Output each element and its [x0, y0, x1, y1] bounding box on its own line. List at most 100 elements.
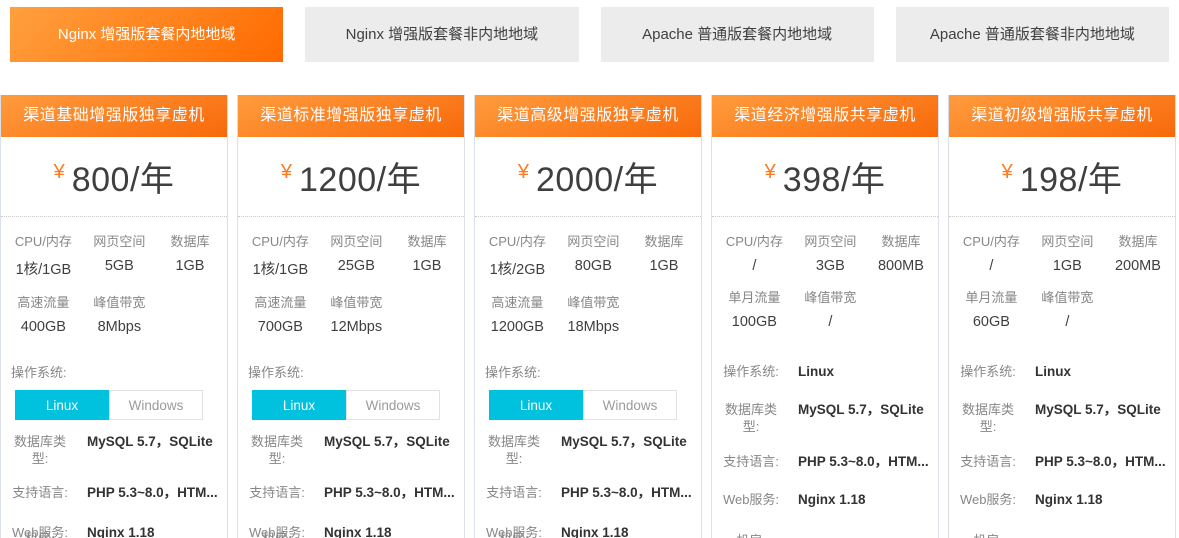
spec-value: 1GB — [1028, 258, 1107, 274]
db-type-row: 数据库类型: MySQL 5.7，SQLite — [238, 433, 464, 467]
language-label: 支持语言: — [957, 453, 1019, 470]
spec-value: / — [1028, 314, 1107, 330]
spec-label-empty — [396, 292, 458, 311]
price-amount: 398/年 — [783, 152, 886, 201]
os-label: 操作系统: — [238, 358, 464, 381]
price-amount: 198/年 — [1020, 152, 1123, 201]
spec-value: 200MB — [1107, 258, 1169, 274]
os-row: 操作系统: Linux — [712, 363, 938, 380]
spec-value: 60GB — [955, 314, 1028, 330]
web-service-row: Web服务: Nginx 1.18 — [712, 491, 938, 508]
tab-apache-normal-mainland[interactable]: Apache 普通版套餐内地地域 — [601, 7, 874, 62]
spec-label: 数据库 — [159, 231, 221, 250]
db-type-value: MySQL 5.7，SQLite — [1035, 401, 1175, 418]
spec-value-empty — [396, 319, 458, 335]
language-row: 支持语言: PHP 5.3~8.0，HTM... — [238, 484, 464, 501]
plan-price: ¥ 2000/年 — [475, 137, 701, 217]
spec-label: 峰值带宽 — [317, 292, 396, 311]
db-type-value: MySQL 5.7，SQLite — [324, 433, 464, 450]
spec-grid: CPU/内存 网页空间 数据库 / 3GB 800MB 单月流量 峰值带宽 10… — [712, 217, 938, 353]
price-amount: 1200/年 — [299, 152, 421, 201]
plan-card-standard: 渠道标准增强版独享虚机 ¥ 1200/年 CPU/内存 网页空间 数据库 1核/… — [237, 95, 465, 538]
plan-card-economy: 渠道经济增强版共享虚机 ¥ 398/年 CPU/内存 网页空间 数据库 / 3G… — [711, 95, 939, 538]
currency-symbol: ¥ — [54, 161, 65, 184]
spec-label: 网页空间 — [80, 231, 159, 250]
spec-label-empty — [159, 292, 221, 311]
os-value: Linux — [1035, 363, 1175, 380]
plan-price: ¥ 800/年 — [1, 137, 227, 217]
language-value: PHP 5.3~8.0，HTM... — [561, 484, 701, 501]
plan-card-basic: 渠道基础增强版独享虚机 ¥ 800/年 CPU/内存 网页空间 数据库 1核/1… — [0, 95, 228, 538]
currency-symbol: ¥ — [518, 161, 529, 184]
spec-label: 高速流量 — [244, 292, 317, 311]
os-windows-button[interactable]: Windows — [109, 390, 203, 420]
os-toggle: Linux Windows — [15, 390, 227, 420]
os-windows-button[interactable]: Windows — [346, 390, 440, 420]
os-linux-button[interactable]: Linux — [489, 390, 583, 420]
web-service-value: Nginx 1.18 — [87, 524, 227, 538]
spec-label: 高速流量 — [481, 292, 554, 311]
spec-value: 1核/1GB — [7, 258, 80, 279]
spec-label-empty — [1107, 287, 1169, 306]
spec-label: 网页空间 — [554, 231, 633, 250]
spec-label: 单月流量 — [955, 287, 1028, 306]
spec-value-empty — [1107, 314, 1169, 330]
db-type-row: 数据库类型: MySQL 5.7，SQLite — [949, 401, 1175, 435]
language-row: 支持语言: PHP 5.3~8.0，HTM... — [475, 484, 701, 501]
datacenter-row: 机房: — [949, 532, 1175, 538]
spec-label: 高速流量 — [7, 292, 80, 311]
os-value: Linux — [798, 363, 938, 380]
spec-label: 网页空间 — [791, 231, 870, 250]
language-value: PHP 5.3~8.0，HTM... — [1035, 453, 1175, 470]
currency-symbol: ¥ — [1002, 161, 1013, 184]
spec-value: 8Mbps — [80, 319, 159, 335]
web-service-label: Web服务: — [720, 491, 782, 508]
os-label: 操作系统: — [720, 363, 782, 380]
spec-label: CPU/内存 — [481, 231, 554, 250]
web-service-value: Nginx 1.18 — [561, 524, 701, 538]
db-type-label: 数据库类型: — [720, 401, 782, 435]
spec-label: 峰值带宽 — [80, 292, 159, 311]
language-value: PHP 5.3~8.0，HTM... — [798, 453, 938, 470]
web-service-value: Nginx 1.18 — [1035, 491, 1175, 508]
tab-apache-normal-nonmainland[interactable]: Apache 普通版套餐非内地地域 — [896, 7, 1169, 62]
plan-title: 渠道基础增强版独享虚机 — [1, 95, 227, 137]
os-windows-button[interactable]: Windows — [583, 390, 677, 420]
spec-label: 网页空间 — [1028, 231, 1107, 250]
language-label: 支持语言: — [483, 484, 545, 501]
spec-label-empty — [870, 287, 932, 306]
spec-value: 25GB — [317, 258, 396, 279]
spec-label: 峰值带宽 — [791, 287, 870, 306]
plan-cards-row: 渠道基础增强版独享虚机 ¥ 800/年 CPU/内存 网页空间 数据库 1核/1… — [0, 95, 1179, 538]
os-linux-button[interactable]: Linux — [252, 390, 346, 420]
plan-title: 渠道高级增强版独享虚机 — [475, 95, 701, 137]
spec-value: 700GB — [244, 319, 317, 335]
language-label: 支持语言: — [246, 484, 308, 501]
spec-grid: CPU/内存 网页空间 数据库 / 1GB 200MB 单月流量 峰值带宽 60… — [949, 217, 1175, 353]
db-type-row: 数据库类型: MySQL 5.7，SQLite — [475, 433, 701, 467]
os-label: 操作系统: — [475, 358, 701, 381]
datacenter-label: 机房: — [246, 530, 308, 538]
spec-label: CPU/内存 — [7, 231, 80, 250]
os-row: 操作系统: Linux — [949, 363, 1175, 380]
spec-value: 80GB — [554, 258, 633, 279]
spec-value: 18Mbps — [554, 319, 633, 335]
spec-label: 单月流量 — [718, 287, 791, 306]
language-value: PHP 5.3~8.0，HTM... — [87, 484, 227, 501]
tab-nginx-enhanced-mainland[interactable]: Nginx 增强版套餐内地地域 — [10, 7, 283, 62]
os-linux-button[interactable]: Linux — [15, 390, 109, 420]
spec-value: / — [791, 314, 870, 330]
spec-value: 1核/2GB — [481, 258, 554, 279]
datacenter-label: 机房: — [9, 530, 71, 538]
web-service-label: Web服务: — [957, 491, 1019, 508]
spec-value: 100GB — [718, 314, 791, 330]
plan-title: 渠道经济增强版共享虚机 — [712, 95, 938, 137]
os-toggle: Linux Windows — [489, 390, 701, 420]
db-type-row: 数据库类型: MySQL 5.7，SQLite — [712, 401, 938, 435]
db-type-label: 数据库类型: — [957, 401, 1019, 435]
spec-label: CPU/内存 — [955, 231, 1028, 250]
spec-value: 1GB — [633, 258, 695, 279]
spec-label: 峰值带宽 — [554, 292, 633, 311]
tab-nginx-enhanced-nonmainland[interactable]: Nginx 增强版套餐非内地地域 — [305, 7, 578, 62]
language-label: 支持语言: — [720, 453, 782, 470]
